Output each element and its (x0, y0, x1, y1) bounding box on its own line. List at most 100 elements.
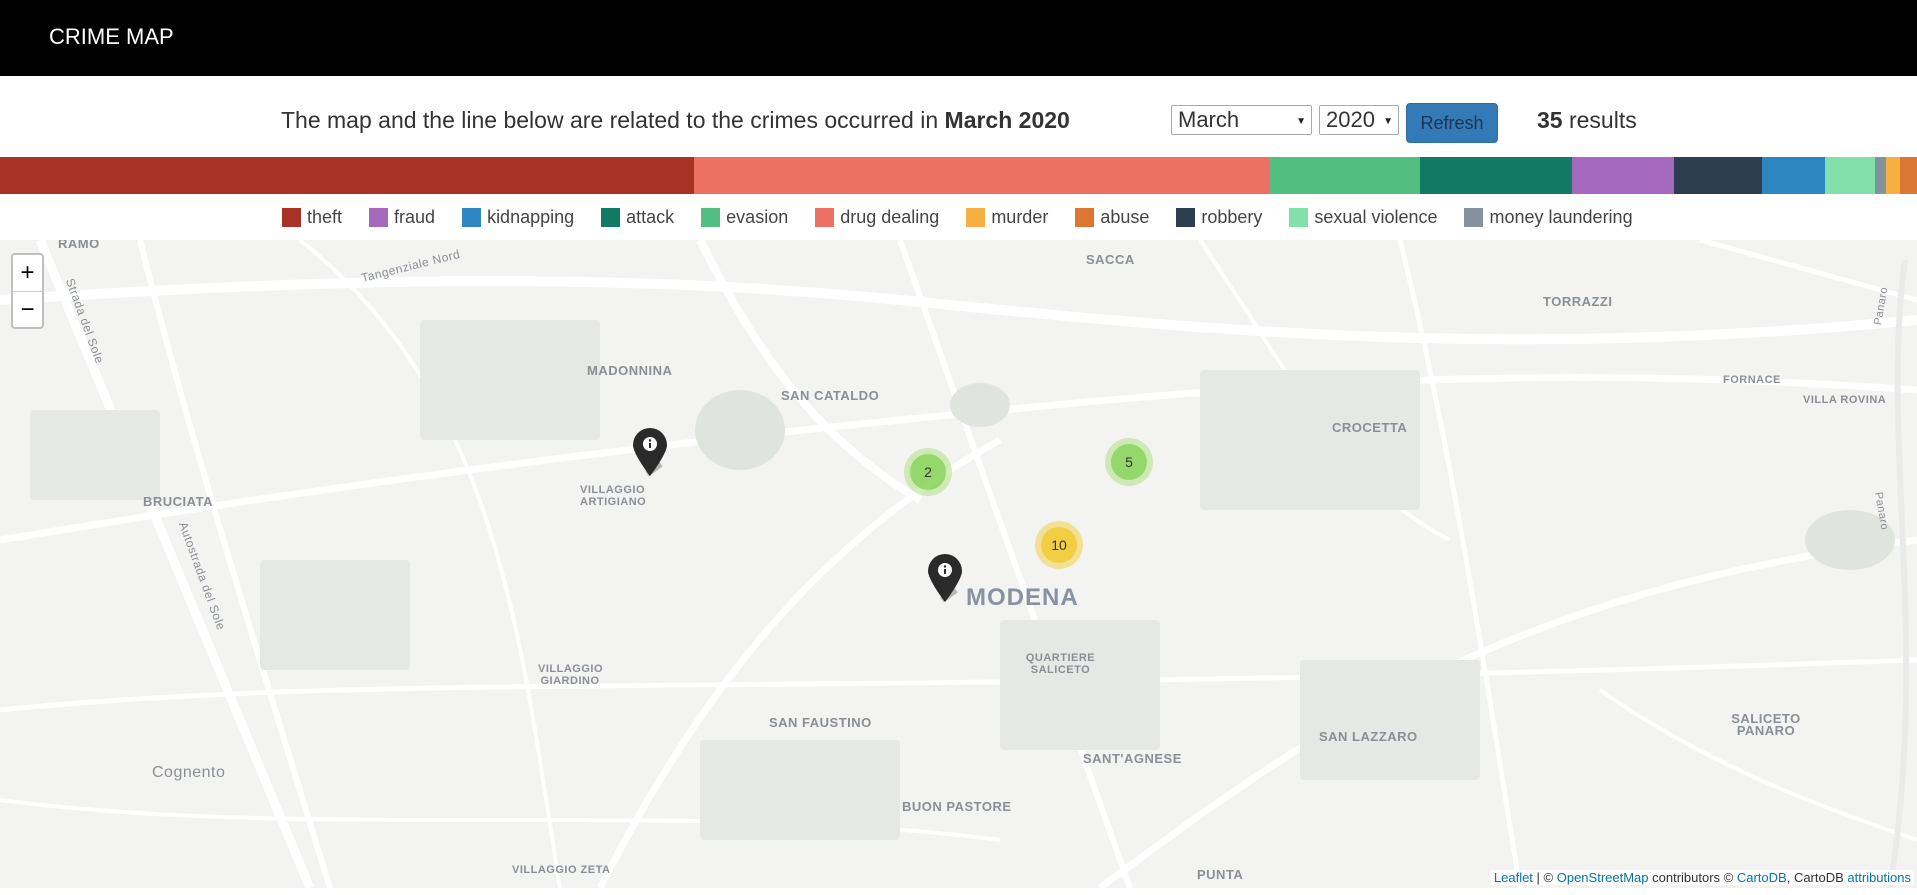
cluster-marker[interactable]: 10 (1035, 521, 1083, 569)
cluster-count: 10 (1041, 527, 1077, 563)
month-select[interactable]: March ▼ (1171, 105, 1312, 135)
legend-item-murder: murder (966, 207, 1048, 228)
crime-distribution-bar (0, 157, 1917, 194)
results-count: 35 results (1537, 107, 1637, 134)
legend-item-fraud: fraud (369, 207, 435, 228)
chevron-down-icon: ▼ (1296, 116, 1306, 127)
place-label: RAMO (58, 240, 100, 251)
place-label: BRUCIATA (143, 494, 213, 509)
cluster-count: 2 (910, 454, 946, 490)
place-label: TORRAZZI (1543, 294, 1613, 309)
intro-period: March 2020 (944, 107, 1070, 133)
bar-segment-theft[interactable] (0, 157, 694, 194)
info-icon (643, 437, 657, 451)
openstreetmap-link[interactable]: OpenStreetMap (1557, 870, 1649, 885)
info-icon (938, 563, 952, 577)
bar-segment-robbery[interactable] (1673, 157, 1762, 194)
cluster-marker[interactable]: 2 (904, 448, 952, 496)
app-title[interactable]: CRIME MAP (49, 24, 174, 50)
legend-item-theft: theft (282, 207, 342, 228)
month-select-value: March (1178, 107, 1240, 132)
place-label: VILLAGGIO GIARDINO (538, 663, 603, 687)
place-label: CROCETTA (1332, 420, 1408, 435)
zoom-in-button[interactable]: + (13, 255, 42, 292)
results-number: 35 (1537, 107, 1563, 133)
place-label: SAN FAUSTINO (769, 715, 872, 730)
legend-swatch (1176, 207, 1196, 227)
chevron-down-icon: ▼ (1383, 116, 1393, 127)
bar-segment-money-laundering[interactable] (1874, 157, 1887, 194)
legend-label: sexual violence (1314, 206, 1438, 227)
legend-swatch (1289, 207, 1309, 227)
attribution-text: contributors © (1648, 870, 1737, 885)
zoom-control: + − (11, 253, 44, 329)
legend-item-money-laundering: money laundering (1464, 207, 1633, 228)
bar-segment-murder[interactable] (1886, 157, 1900, 194)
legend-swatch (815, 207, 835, 227)
legend-label: robbery (1201, 206, 1263, 227)
intro-text: The map and the line below are related t… (281, 107, 1070, 134)
bar-segment-sexual-violence[interactable] (1824, 157, 1875, 194)
leaflet-link[interactable]: Leaflet (1494, 870, 1533, 885)
attribution-text: , CartoDB (1786, 870, 1848, 885)
legend-label: kidnapping (487, 206, 575, 227)
cluster-count: 5 (1111, 444, 1147, 480)
bar-segment-drug-dealing[interactable] (693, 157, 1270, 194)
place-label: MADONNINA (587, 363, 673, 378)
legend-swatch (369, 207, 389, 227)
map-attribution: Leaflet | © OpenStreetMap contributors ©… (1490, 870, 1914, 885)
place-label: SAN CATALDO (781, 388, 880, 403)
legend-swatch (282, 207, 301, 227)
bar-segment-evasion[interactable] (1269, 157, 1421, 194)
year-select-value: 2020 (1326, 107, 1375, 132)
legend-swatch (701, 207, 721, 227)
place-label: SANT'AGNESE (1083, 751, 1182, 766)
legend-item-robbery: robbery (1176, 207, 1262, 228)
bar-segment-attack[interactable] (1420, 157, 1572, 194)
refresh-button[interactable]: Refresh (1406, 103, 1498, 143)
bar-segment-fraud[interactable] (1571, 157, 1674, 194)
legend-label: fraud (394, 206, 436, 227)
legend-item-abuse: abuse (1075, 207, 1149, 228)
legend-label: drug dealing (840, 206, 940, 227)
legend-swatch (462, 207, 482, 227)
legend-swatch (966, 207, 986, 227)
legend-item-sexual-violence: sexual violence (1289, 207, 1437, 228)
place-label: SALICETO PANARO (1731, 711, 1801, 738)
legend-label: abuse (1100, 206, 1150, 227)
attribution-text: | © (1532, 870, 1557, 885)
navbar: CRIME MAP (0, 0, 1917, 76)
zoom-out-button[interactable]: − (13, 292, 42, 328)
legend-swatch (1075, 207, 1095, 227)
place-label: SAN LAZZARO (1319, 729, 1418, 744)
cluster-marker[interactable]: 5 (1105, 438, 1153, 486)
results-label: results (1562, 107, 1637, 133)
crime-pin-marker[interactable] (926, 554, 964, 604)
legend-item-attack: attack (601, 207, 674, 228)
place-label: SACCA (1086, 252, 1135, 267)
place-label: Cognento (152, 764, 226, 781)
legend-swatch (1464, 207, 1484, 227)
legend-label: evasion (726, 206, 789, 227)
place-label: MODENA (966, 584, 1079, 611)
attributions-link[interactable]: attributions (1847, 870, 1911, 885)
crime-pin-marker[interactable] (631, 428, 669, 478)
legend-item-drug-dealing: drug dealing (815, 207, 939, 228)
legend-item-evasion: evasion (701, 207, 788, 228)
bar-segment-abuse[interactable] (1899, 157, 1917, 194)
intro-sentence: The map and the line below are related t… (281, 107, 945, 133)
place-label: QUARTIERE SALICETO (1025, 652, 1096, 676)
legend-label: attack (626, 206, 675, 227)
year-select[interactable]: 2020 ▼ (1319, 105, 1399, 135)
map-view[interactable]: RAMO SACCA TORRAZZI MADONNINA SAN CATALD… (0, 240, 1917, 888)
place-label: BUON PASTORE (902, 799, 1012, 814)
legend-item-kidnapping: kidnapping (462, 207, 574, 228)
place-label: FORNACE (1723, 374, 1781, 386)
cartodb-link[interactable]: CartoDB (1737, 870, 1787, 885)
legend-swatch (601, 207, 621, 227)
bar-segment-kidnapping[interactable] (1761, 157, 1825, 194)
place-label: PUNTA (1197, 867, 1244, 882)
place-label: VILLAGGIO ARTIGIANO (580, 484, 647, 508)
filter-row: The map and the line below are related t… (0, 76, 1917, 156)
legend-label: murder (991, 206, 1049, 227)
